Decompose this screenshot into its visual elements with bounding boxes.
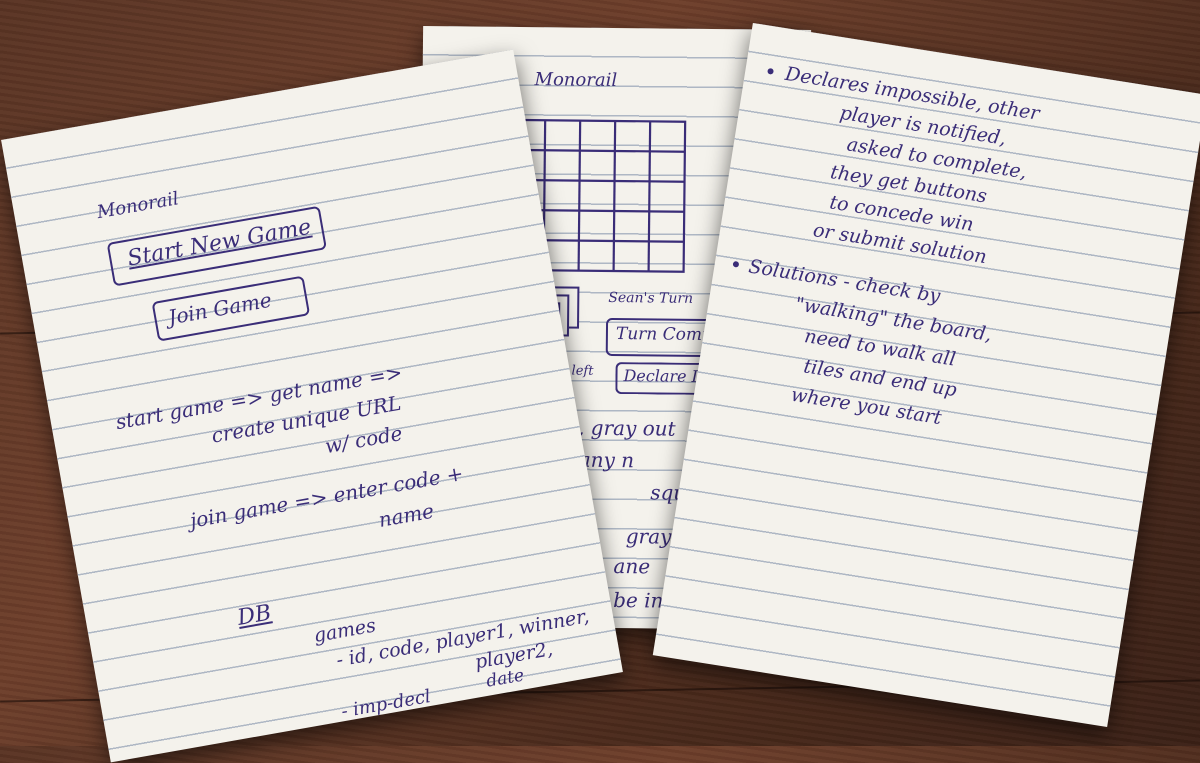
db-label: DB xyxy=(235,600,274,631)
middle-note-line: ane xyxy=(613,554,651,579)
left-sketch-sheet: Monorail Start New Game Join Game start … xyxy=(1,49,623,763)
db-bottom-line: - imp-decl xyxy=(339,685,433,723)
bullet-icon xyxy=(767,67,774,75)
right-note-line: Solutions - check by xyxy=(747,255,942,308)
left-note-line: w/ code xyxy=(323,420,405,459)
db-games-label: games xyxy=(312,614,378,647)
middle-title: Monorail xyxy=(534,69,618,92)
middle-note-line: gray xyxy=(625,524,672,549)
left-title: Monorail xyxy=(95,188,181,224)
turn-label: Sean's Turn xyxy=(608,289,694,307)
bullet-icon xyxy=(732,260,740,268)
left-note-line: name xyxy=(376,498,436,532)
